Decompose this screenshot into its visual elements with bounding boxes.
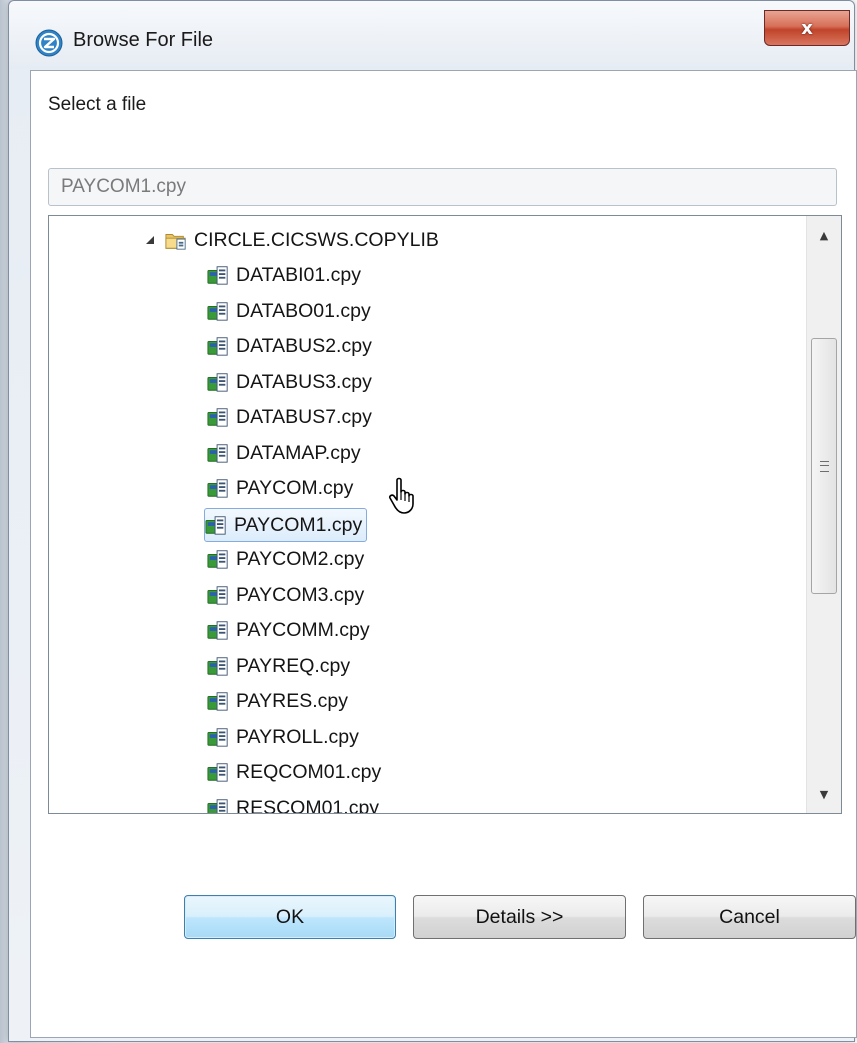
close-icon: x [801, 17, 813, 39]
tree-file-node[interactable]: PAYREQ.cpy [207, 650, 350, 682]
prompt-label: Select a file [48, 94, 147, 115]
file-label: DATABUS3.cpy [236, 370, 372, 393]
cancel-button[interactable]: Cancel [643, 895, 856, 939]
file-label: DATABI01.cpy [236, 263, 361, 286]
tree-file-node[interactable]: PAYCOM.cpy [207, 472, 353, 504]
window-title: Browse For File [73, 29, 214, 51]
tree-file-node[interactable]: PAYRES.cpy [207, 685, 348, 717]
file-label: PAYCOM3.cpy [236, 583, 365, 606]
scroll-up-button[interactable]: ▲ [807, 218, 841, 252]
copybook-file-icon [207, 586, 228, 605]
tree-file-node[interactable]: DATABI01.cpy [207, 259, 361, 291]
file-label: REQCOM01.cpy [236, 760, 382, 783]
tree-file-node[interactable]: DATABUS7.cpy [207, 401, 372, 433]
file-label: PAYCOM.cpy [236, 476, 354, 499]
file-label: PAYCOMM.cpy [236, 618, 370, 641]
tree-file-node[interactable]: PAYCOM1.cpy [204, 508, 368, 542]
title-bar[interactable]: Browse For File x [9, 1, 854, 69]
vertical-scrollbar[interactable]: ▲ ▼ [806, 216, 841, 813]
grip-icon [819, 460, 829, 472]
copybook-file-icon [207, 657, 228, 676]
details-button[interactable]: Details >> [413, 895, 626, 939]
hand-cursor-icon [389, 477, 414, 514]
folder-label: CIRCLE.CICSWS.COPYLIB [194, 228, 439, 251]
file-label: PAYROLL.cpy [236, 725, 359, 748]
close-button[interactable]: x [764, 10, 850, 46]
copybook-file-icon [207, 479, 228, 498]
copybook-file-icon [207, 621, 228, 640]
copybook-file-icon [207, 337, 228, 356]
arrow-up-icon: ▲ [819, 228, 829, 242]
copybook-file-icon [207, 373, 228, 392]
copybook-file-icon [207, 408, 228, 427]
dialog-body: Select a file PAYCOM1.cpy CIRCLE.CICSWS.… [30, 70, 857, 1038]
arrow-down-icon: ▼ [819, 787, 829, 801]
file-tree[interactable]: CIRCLE.CICSWS.COPYLIB DATABI01.cpy DATABO… [48, 215, 842, 814]
tree-file-node[interactable]: PAYCOMM.cpy [207, 614, 370, 646]
file-label: DATAMAP.cpy [236, 441, 361, 464]
tree-file-node[interactable]: DATABO01.cpy [207, 295, 371, 327]
tree-viewport: CIRCLE.CICSWS.COPYLIB DATABI01.cpy DATABO… [49, 216, 807, 813]
copybook-file-icon [207, 799, 228, 813]
file-label: DATABO01.cpy [236, 299, 371, 322]
ok-button[interactable]: OK [184, 895, 396, 939]
expanded-arrow-icon[interactable] [145, 235, 155, 245]
file-label: DATABUS2.cpy [236, 334, 372, 357]
file-label: PAYCOM1.cpy [234, 513, 363, 536]
copybook-file-icon [205, 516, 226, 535]
copybook-file-icon [207, 763, 228, 782]
copybook-file-icon [207, 550, 228, 569]
tree-folder-node[interactable]: CIRCLE.CICSWS.COPYLIB [145, 224, 439, 256]
copybook-file-icon [207, 444, 228, 463]
tree-file-node[interactable]: DATAMAP.cpy [207, 437, 361, 469]
tree-file-node[interactable]: PAYCOM3.cpy [207, 579, 364, 611]
file-label: PAYRES.cpy [236, 689, 348, 712]
scroll-thumb[interactable] [811, 338, 837, 594]
file-label: RESCOM01.cpy [236, 796, 380, 814]
library-folder-icon [165, 234, 186, 250]
selected-file-field[interactable]: PAYCOM1.cpy [48, 168, 837, 206]
browse-dialog: Browse For File x Select a file PAYCOM1.… [8, 0, 857, 1042]
tree-file-node[interactable]: PAYROLL.cpy [207, 721, 359, 753]
app-logo-icon [35, 29, 63, 57]
file-label: PAYREQ.cpy [236, 654, 351, 677]
scroll-down-button[interactable]: ▼ [807, 777, 841, 811]
copybook-file-icon [207, 728, 228, 747]
tree-file-node[interactable]: DATABUS2.cpy [207, 330, 372, 362]
copybook-file-icon [207, 692, 228, 711]
tree-file-node[interactable]: DATABUS3.cpy [207, 366, 372, 398]
tree-file-node[interactable]: RESCOM01.cpy [207, 792, 379, 813]
copybook-file-icon [207, 266, 228, 285]
file-label: PAYCOM2.cpy [236, 547, 365, 570]
tree-file-node[interactable]: REQCOM01.cpy [207, 756, 381, 788]
tree-file-node[interactable]: PAYCOM2.cpy [207, 543, 364, 575]
file-label: DATABUS7.cpy [236, 405, 372, 428]
copybook-file-icon [207, 302, 228, 321]
